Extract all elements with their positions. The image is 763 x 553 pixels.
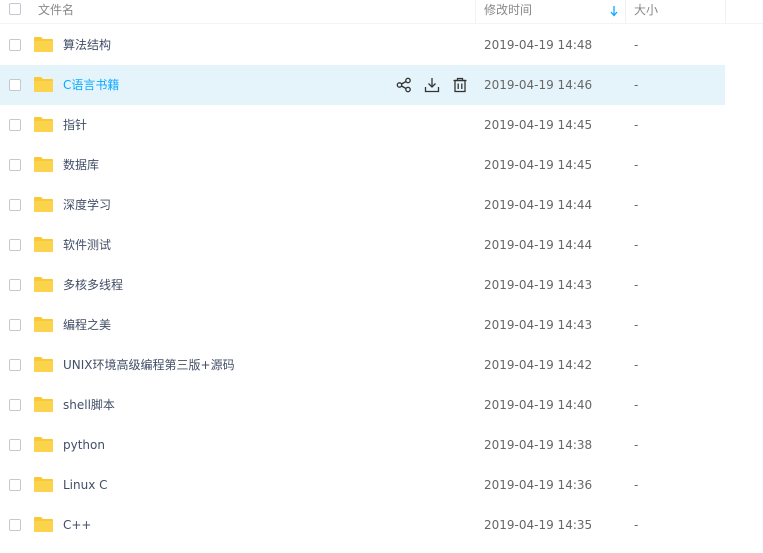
modified-time: 2019-04-19 14:46	[484, 78, 593, 92]
file-row[interactable]: UNIX环境高级编程第三版+源码 2019-04-19 14:42 -	[0, 345, 725, 385]
modified-time: 2019-04-19 14:44	[484, 198, 593, 212]
row-checkbox[interactable]	[9, 279, 21, 291]
file-row[interactable]: 算法结构 2019-04-19 14:48 -	[0, 25, 725, 65]
file-size: -	[634, 158, 639, 172]
column-divider[interactable]	[725, 0, 726, 23]
file-name-link[interactable]: 数据库	[63, 145, 99, 185]
file-list-header: 文件名 修改时间 大小	[0, 0, 763, 24]
file-row[interactable]: python 2019-04-19 14:38 -	[0, 425, 725, 465]
folder-icon[interactable]	[33, 236, 54, 253]
folder-icon[interactable]	[33, 396, 54, 413]
folder-icon[interactable]	[33, 36, 54, 53]
row-checkbox[interactable]	[9, 199, 21, 211]
delete-icon[interactable]	[451, 76, 469, 94]
row-checkbox[interactable]	[9, 439, 21, 451]
file-row[interactable]: 数据库 2019-04-19 14:45 -	[0, 145, 725, 185]
file-name-link[interactable]: 深度学习	[63, 185, 111, 225]
file-row[interactable]: 编程之美 2019-04-19 14:43 -	[0, 305, 725, 345]
file-row[interactable]: 软件测试 2019-04-19 14:44 -	[0, 225, 725, 265]
row-checkbox[interactable]	[9, 239, 21, 251]
file-name-link[interactable]: 编程之美	[63, 305, 111, 345]
file-name-link[interactable]: python	[63, 425, 105, 465]
file-name-link[interactable]: 算法结构	[63, 25, 111, 65]
file-row[interactable]: Linux C 2019-04-19 14:36 -	[0, 465, 725, 505]
file-size: -	[634, 478, 639, 492]
sort-descending-icon[interactable]	[609, 4, 619, 18]
folder-icon[interactable]	[33, 116, 54, 133]
row-checkbox[interactable]	[9, 159, 21, 171]
modified-time: 2019-04-19 14:45	[484, 118, 593, 132]
file-name-link[interactable]: UNIX环境高级编程第三版+源码	[63, 345, 235, 385]
file-size: -	[634, 118, 639, 132]
file-row[interactable]: 指针 2019-04-19 14:45 -	[0, 105, 725, 145]
file-size: -	[634, 318, 639, 332]
file-size: -	[634, 278, 639, 292]
folder-icon[interactable]	[33, 276, 54, 293]
modified-time: 2019-04-19 14:38	[484, 438, 593, 452]
folder-icon[interactable]	[33, 316, 54, 333]
folder-icon[interactable]	[33, 76, 54, 93]
modified-time: 2019-04-19 14:40	[484, 398, 593, 412]
modified-time: 2019-04-19 14:44	[484, 238, 593, 252]
modified-time: 2019-04-19 14:42	[484, 358, 593, 372]
file-row[interactable]: C++ 2019-04-19 14:35 -	[0, 505, 725, 545]
select-all-checkbox[interactable]	[9, 3, 21, 15]
file-row[interactable]: 深度学习 2019-04-19 14:44 -	[0, 185, 725, 225]
folder-icon[interactable]	[33, 156, 54, 173]
modified-time: 2019-04-19 14:35	[484, 518, 593, 532]
row-checkbox[interactable]	[9, 79, 21, 91]
file-name-link[interactable]: Linux C	[63, 465, 108, 505]
row-checkbox[interactable]	[9, 39, 21, 51]
file-name-link[interactable]: shell脚本	[63, 385, 115, 425]
row-checkbox[interactable]	[9, 519, 21, 531]
file-size: -	[634, 358, 639, 372]
share-icon[interactable]	[395, 76, 413, 94]
file-size: -	[634, 438, 639, 452]
folder-icon[interactable]	[33, 476, 54, 493]
file-size: -	[634, 38, 639, 52]
column-divider[interactable]	[625, 0, 626, 23]
download-icon[interactable]	[423, 76, 441, 94]
file-size: -	[634, 198, 639, 212]
file-size: -	[634, 238, 639, 252]
file-size: -	[634, 398, 639, 412]
modified-time: 2019-04-19 14:43	[484, 278, 593, 292]
file-size: -	[634, 78, 639, 92]
folder-icon[interactable]	[33, 516, 54, 533]
file-row[interactable]: C语言书籍 2019-04-19 14:46 -	[0, 65, 725, 105]
column-header-size[interactable]: 大小	[634, 0, 658, 23]
file-row[interactable]: shell脚本 2019-04-19 14:40 -	[0, 385, 725, 425]
row-checkbox[interactable]	[9, 479, 21, 491]
row-checkbox[interactable]	[9, 319, 21, 331]
column-header-modified-time[interactable]: 修改时间	[484, 0, 532, 23]
file-size: -	[634, 518, 639, 532]
file-row[interactable]: 多核多线程 2019-04-19 14:43 -	[0, 265, 725, 305]
file-name-link[interactable]: 指针	[63, 105, 87, 145]
row-checkbox[interactable]	[9, 399, 21, 411]
file-name-link[interactable]: 软件测试	[63, 225, 111, 265]
modified-time: 2019-04-19 14:36	[484, 478, 593, 492]
folder-icon[interactable]	[33, 356, 54, 373]
folder-icon[interactable]	[33, 436, 54, 453]
folder-icon[interactable]	[33, 196, 54, 213]
column-divider[interactable]	[475, 0, 476, 23]
row-checkbox[interactable]	[9, 359, 21, 371]
file-name-link[interactable]: C语言书籍	[63, 65, 119, 105]
file-name-link[interactable]: C++	[63, 505, 92, 545]
file-name-link[interactable]: 多核多线程	[63, 265, 123, 305]
modified-time: 2019-04-19 14:43	[484, 318, 593, 332]
modified-time: 2019-04-19 14:48	[484, 38, 593, 52]
modified-time: 2019-04-19 14:45	[484, 158, 593, 172]
column-header-name[interactable]: 文件名	[38, 0, 74, 23]
row-checkbox[interactable]	[9, 119, 21, 131]
